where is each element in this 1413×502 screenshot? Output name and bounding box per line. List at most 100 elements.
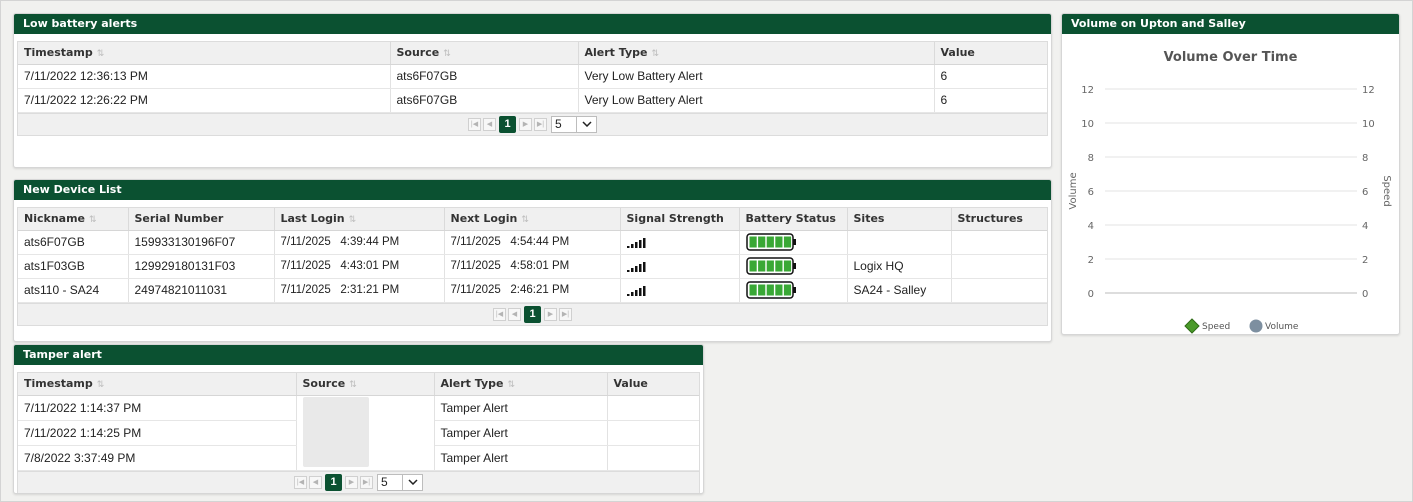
sort-icon[interactable]: ⇅ bbox=[349, 215, 357, 225]
col-signal-strength[interactable]: Signal Strength bbox=[620, 208, 740, 231]
table-row[interactable]: ats110 - SA24 24974821011031 7/11/2025 2:3… bbox=[18, 278, 1047, 303]
sort-icon[interactable]: ⇅ bbox=[521, 215, 529, 225]
cell-sites bbox=[847, 230, 952, 255]
col-alert-type[interactable]: Alert Type ⇅ bbox=[434, 373, 608, 396]
tamper-grid: Timestamp ⇅ Source ⇅ Alert Type ⇅ Value 7/1… bbox=[17, 372, 700, 493]
next-login-time: 2:46:21 PM bbox=[510, 284, 570, 296]
next-page-icon[interactable]: ▶ bbox=[519, 117, 532, 131]
table-row[interactable]: 7/11/2022 1:14:37 PM Tamper Alert bbox=[18, 395, 699, 471]
y2-tick-label: 2 bbox=[1362, 255, 1368, 266]
cell-last-login: 7/11/2025 2:31:21 PM bbox=[274, 278, 445, 303]
cell-value: 6 bbox=[934, 88, 1047, 113]
col-value[interactable]: Value bbox=[607, 373, 699, 396]
sort-icon[interactable]: ⇅ bbox=[89, 215, 97, 225]
sort-icon[interactable]: ⇅ bbox=[349, 380, 357, 390]
cell-serial-number: 129929180131F03 bbox=[128, 254, 275, 279]
col-serial-number[interactable]: Serial Number bbox=[128, 208, 275, 231]
y-tick-label: 12 bbox=[1081, 85, 1094, 96]
cell-structures bbox=[951, 254, 1047, 279]
current-page-button[interactable]: 1 bbox=[524, 305, 541, 323]
cell-nickname: ats1F03GB bbox=[18, 254, 129, 279]
col-timestamp[interactable]: Timestamp ⇅ bbox=[18, 373, 297, 396]
next-page-icon[interactable]: ▶ bbox=[544, 307, 557, 321]
battery-icon bbox=[745, 233, 796, 251]
next-login-date: 7/11/2025 bbox=[450, 260, 501, 272]
cell-value bbox=[607, 445, 699, 471]
col-next-login[interactable]: Next Login ⇅ bbox=[444, 208, 621, 231]
device-pager: |◀ ◀ 1 ▶ ▶| bbox=[18, 302, 1047, 325]
prev-page-icon[interactable]: ◀ bbox=[508, 307, 521, 321]
next-login-time: 4:58:01 PM bbox=[510, 260, 570, 272]
chevron-down-icon[interactable] bbox=[576, 116, 596, 132]
col-source[interactable]: Source ⇅ bbox=[296, 373, 435, 396]
cell-value bbox=[607, 420, 699, 446]
y2-tick-label: 6 bbox=[1362, 187, 1368, 198]
low-battery-panel: Low battery alerts Timestamp ⇅ Source ⇅ Al… bbox=[13, 13, 1052, 168]
first-page-icon[interactable]: |◀ bbox=[294, 475, 307, 489]
last-login-time: 4:39:44 PM bbox=[340, 236, 400, 248]
low-battery-pager: |◀ ◀ 1 ▶ ▶| 5 bbox=[18, 112, 1047, 135]
prev-page-icon[interactable]: ◀ bbox=[309, 475, 322, 489]
cell-sites: Logix HQ bbox=[847, 254, 952, 279]
table-row[interactable]: 7/11/2022 12:36:13 PM ats6F07GB Very Low… bbox=[18, 64, 1047, 89]
cell-alert-type: Very Low Battery Alert bbox=[578, 88, 935, 113]
cell-last-login: 7/11/2025 4:43:01 PM bbox=[274, 254, 445, 279]
sort-icon[interactable]: ⇅ bbox=[507, 380, 515, 390]
y-axis-label: Volume bbox=[1068, 172, 1079, 209]
y2-tick-label: 8 bbox=[1362, 153, 1368, 164]
last-page-icon[interactable]: ▶| bbox=[360, 475, 373, 489]
cell-nickname: ats110 - SA24 bbox=[18, 278, 129, 303]
y2-tick-label: 4 bbox=[1362, 221, 1368, 232]
redacted-block bbox=[302, 396, 369, 467]
current-page-button[interactable]: 1 bbox=[325, 473, 342, 491]
cell-alert-type: Tamper Alert bbox=[434, 395, 608, 421]
cell-value bbox=[607, 395, 699, 421]
next-page-icon[interactable]: ▶ bbox=[345, 475, 358, 489]
last-page-icon[interactable]: ▶| bbox=[534, 117, 547, 131]
prev-page-icon[interactable]: ◀ bbox=[483, 117, 496, 131]
sort-icon[interactable]: ⇅ bbox=[651, 49, 659, 59]
table-row[interactable]: ats6F07GB 159933130196F07 7/11/2025 4:39:4… bbox=[18, 230, 1047, 255]
page-size-select[interactable]: 5 bbox=[551, 115, 597, 133]
col-alert-type[interactable]: Alert Type ⇅ bbox=[578, 42, 935, 65]
cell-timestamp: 7/11/2022 12:26:22 PM bbox=[18, 88, 391, 113]
last-login-date: 7/11/2025 bbox=[280, 236, 331, 248]
sort-icon[interactable]: ⇅ bbox=[97, 380, 105, 390]
first-page-icon[interactable]: |◀ bbox=[493, 307, 506, 321]
cell-structures bbox=[951, 230, 1047, 255]
col-structures[interactable]: Structures bbox=[951, 208, 1047, 231]
cell-battery-status bbox=[739, 278, 848, 303]
sort-icon[interactable]: ⇅ bbox=[97, 49, 105, 59]
cell-structures bbox=[951, 278, 1047, 303]
col-timestamp[interactable]: Timestamp ⇅ bbox=[18, 42, 391, 65]
col-sites[interactable]: Sites bbox=[847, 208, 952, 231]
tamper-panel: Tamper alert Timestamp ⇅ Source ⇅ Alert Ty… bbox=[13, 344, 704, 494]
volume-chart: 0 0 2 2 4 4 6 6 8 8 10 10 12 12 Volume Speed Speed Volume bbox=[1068, 85, 1392, 334]
table-row[interactable]: ats1F03GB 129929180131F03 7/11/2025 4:43:0… bbox=[18, 254, 1047, 279]
cell-signal-strength bbox=[620, 230, 740, 255]
current-page-button[interactable]: 1 bbox=[499, 115, 516, 133]
cell-serial-number: 159933130196F07 bbox=[128, 230, 275, 255]
page-size-value: 5 bbox=[381, 474, 388, 489]
table-row[interactable]: 7/11/2022 12:26:22 PM ats6F07GB Very Low… bbox=[18, 88, 1047, 113]
col-nickname[interactable]: Nickname ⇅ bbox=[18, 208, 129, 231]
cell-alert-type: Tamper Alert bbox=[434, 420, 608, 446]
first-page-icon[interactable]: |◀ bbox=[468, 117, 481, 131]
page-size-value: 5 bbox=[555, 116, 562, 131]
cell-serial-number: 24974821011031 bbox=[128, 278, 275, 303]
col-last-login[interactable]: Last Login ⇅ bbox=[274, 208, 445, 231]
page-size-select[interactable]: 5 bbox=[377, 473, 423, 491]
chevron-down-icon[interactable] bbox=[402, 474, 422, 490]
last-page-icon[interactable]: ▶| bbox=[559, 307, 572, 321]
col-battery-status[interactable]: Battery Status bbox=[739, 208, 848, 231]
cell-nickname: ats6F07GB bbox=[18, 230, 129, 255]
next-login-date: 7/11/2025 bbox=[450, 284, 501, 296]
y2-tick-label: 0 bbox=[1362, 289, 1368, 300]
signal-strength-icon bbox=[626, 262, 645, 273]
col-value[interactable]: Value bbox=[934, 42, 1047, 65]
sort-icon[interactable]: ⇅ bbox=[443, 49, 451, 59]
col-source[interactable]: Source ⇅ bbox=[390, 42, 579, 65]
cell-timestamp: 7/11/2022 1:14:25 PM bbox=[18, 420, 297, 446]
cell-battery-status bbox=[739, 254, 848, 279]
cell-timestamp: 7/8/2022 3:37:49 PM bbox=[18, 445, 297, 471]
